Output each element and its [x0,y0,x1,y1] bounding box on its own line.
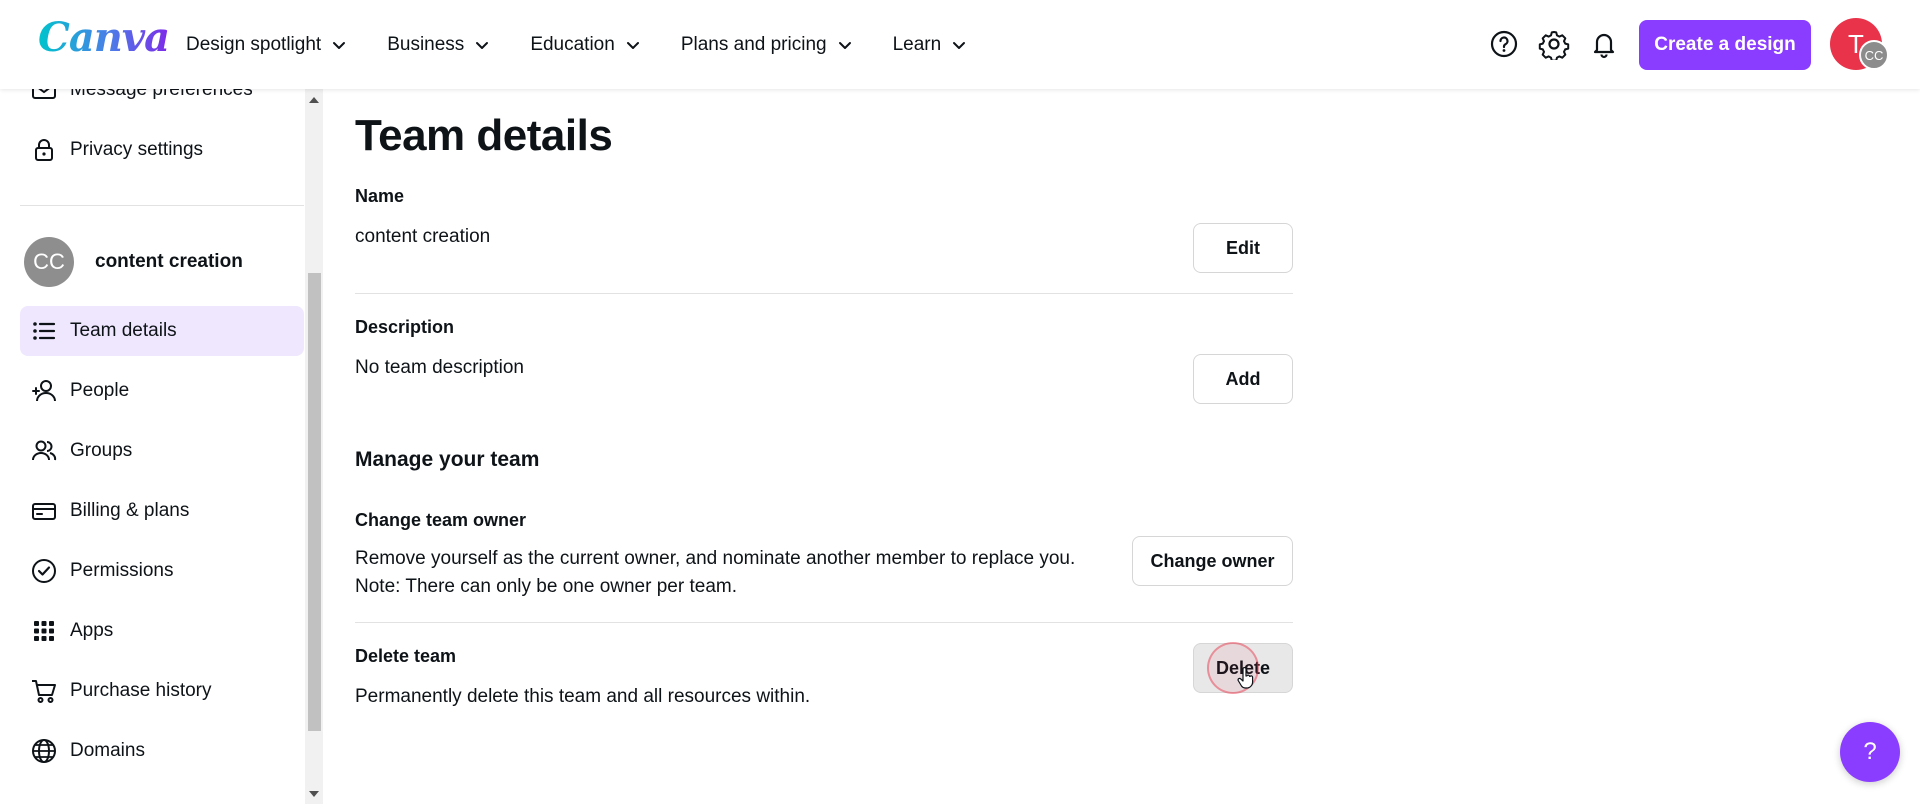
sidebar-item-label: People [70,380,130,401]
grid-icon [34,621,54,641]
nav-education[interactable]: Education [530,34,641,56]
sidebar-item-team-details[interactable]: Team details [20,306,304,356]
name-label: Name [355,186,405,206]
help-fab-button[interactable]: ? [1840,722,1900,782]
change-owner-description: Remove yourself as the current owner, an… [355,548,1076,569]
check-circle-icon [32,559,56,583]
settings-sidebar: Message preferences Privacy settings CC … [0,89,305,804]
nav-label: Design spotlight [186,33,322,55]
team-avatar: CC [24,237,74,287]
sidebar-item-apps[interactable]: Apps [20,606,304,656]
envelope-icon [32,89,56,99]
help-icon[interactable] [1488,28,1520,60]
sidebar-item-people[interactable]: People [20,366,304,416]
change-owner-button[interactable]: Change owner [1132,536,1293,586]
nav-label: Business [387,33,465,55]
hand-cursor-icon [1237,667,1254,689]
canva-logo[interactable]: Canva [38,14,170,61]
list-icon [33,322,56,340]
people-icon [32,380,56,402]
add-description-button[interactable]: Add [1193,354,1293,404]
cart-icon [32,680,56,703]
team-name: content creation [95,251,243,272]
edit-name-button[interactable]: Edit [1193,223,1293,273]
description-label: Description [355,317,455,337]
nav-design-spotlight[interactable]: Design spotlight [186,34,347,56]
sidebar-item-label: Apps [70,620,114,641]
chevron-down-icon [476,41,489,49]
top-navigation-bar: Canva Design spotlight Business Educatio… [0,0,1920,89]
team-avatar-badge: CC [1859,40,1889,70]
chevron-down-icon [333,41,346,49]
sidebar-item-groups[interactable]: Groups [20,426,304,476]
sidebar-item-privacy-settings[interactable]: Privacy settings [20,125,304,175]
chevron-down-icon [838,41,851,49]
sidebar-item-billing-and-plans[interactable]: Billing & plans [20,486,304,536]
sidebar-item-label: Message preferences [70,89,253,100]
delete-team-description: Permanently delete this team and all res… [355,686,811,707]
chevron-down-icon [953,41,966,49]
divider [355,293,1293,294]
nav-label: Education [530,33,615,55]
sidebar-scrollbar[interactable] [305,89,323,804]
lock-icon [35,139,53,161]
sidebar-divider [20,205,304,206]
sidebar-item-domains[interactable]: Domains [20,726,304,776]
card-icon [32,503,56,520]
nav-plans-and-pricing[interactable]: Plans and pricing [681,34,853,56]
nav-label: Plans and pricing [680,33,827,55]
nav-business[interactable]: Business [387,34,490,56]
page-title: Team details [355,111,613,160]
sidebar-item-purchase-history[interactable]: Purchase history [20,666,304,716]
chevron-down-icon [626,41,639,49]
groups-icon [32,440,57,461]
change-owner-label: Change team owner [355,510,527,530]
nav-learn[interactable]: Learn [893,34,968,56]
delete-team-label: Delete team [355,646,457,666]
team-header: CC content creation [24,237,243,287]
team-name-value: content creation [355,226,491,247]
sidebar-item-label: Purchase history [70,680,212,701]
main-nav: Design spotlight Business Education Plan… [186,0,1007,89]
sidebar-item-label: Domains [70,740,145,761]
scroll-down-arrow-icon[interactable] [309,791,319,797]
sidebar-item-label: Permissions [70,560,174,581]
settings-icon[interactable] [1538,28,1570,60]
sidebar-item-label: Team details [70,320,177,341]
notifications-icon[interactable] [1588,28,1620,60]
sidebar-item-message-preferences[interactable]: Message preferences [20,89,304,115]
globe-icon [32,739,56,763]
description-value: No team description [355,357,524,378]
sidebar-item-label: Groups [70,440,133,461]
nav-label: Learn [892,33,942,55]
sidebar-item-label: Privacy settings [70,139,204,160]
sidebar-item-label: Billing & plans [70,500,190,521]
divider [355,622,1293,623]
change-owner-note: Note: There can only be one owner per te… [355,576,737,597]
sidebar-item-permissions[interactable]: Permissions [20,546,304,596]
scroll-up-arrow-icon[interactable] [309,97,319,103]
create-a-design-button[interactable]: Create a design [1639,20,1811,70]
scroll-thumb[interactable] [308,273,321,731]
manage-team-heading: Manage your team [355,448,540,471]
